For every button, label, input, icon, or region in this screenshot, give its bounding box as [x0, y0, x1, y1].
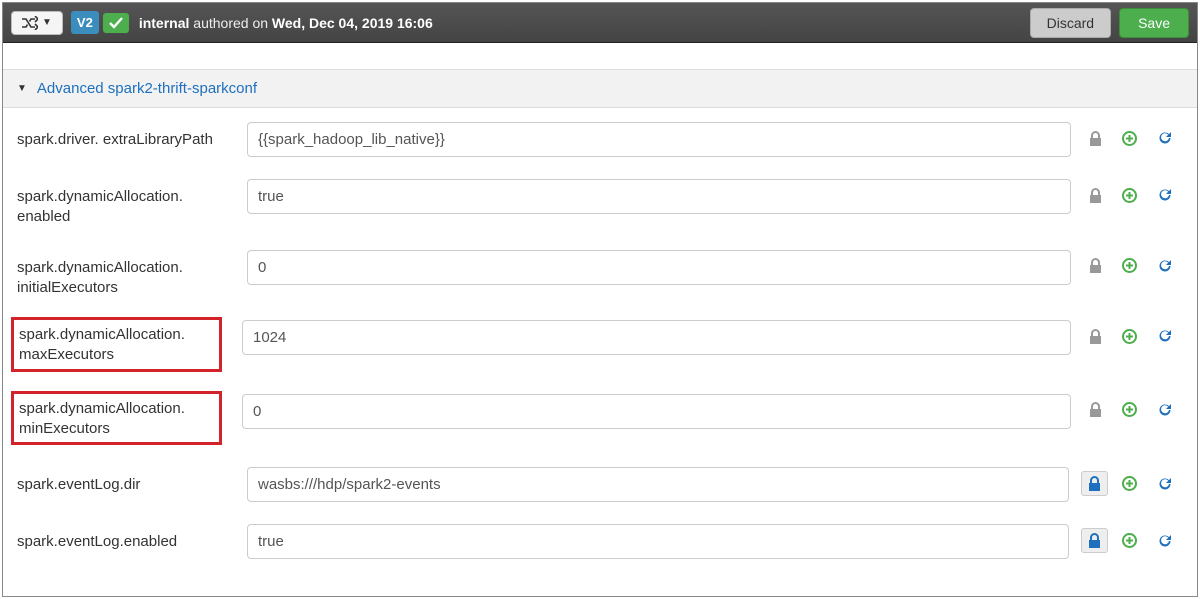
- author-date: Wed, Dec 04, 2019 16:06: [272, 15, 433, 31]
- property-actions: [1069, 524, 1187, 549]
- author-user: internal: [139, 15, 190, 31]
- property-label: spark.eventLog.enabled: [17, 524, 227, 552]
- property-input[interactable]: [247, 122, 1071, 157]
- property-label: spark.dynamicAllocation. minExecutors: [11, 391, 222, 446]
- version-badge[interactable]: V2: [71, 11, 99, 34]
- property-row: spark.dynamicAllocation. initialExecutor…: [17, 250, 1187, 299]
- property-input[interactable]: [247, 179, 1071, 214]
- property-input[interactable]: [247, 467, 1069, 502]
- add-icon[interactable]: [1122, 188, 1137, 203]
- checkmark-icon: [109, 17, 123, 29]
- property-actions: [1071, 122, 1187, 146]
- lock-icon[interactable]: [1089, 131, 1102, 146]
- compare-versions-button[interactable]: ▼: [11, 11, 63, 35]
- add-icon[interactable]: [1122, 258, 1137, 273]
- property-input[interactable]: [242, 394, 1071, 429]
- property-row: spark.dynamicAllocation. maxExecutors: [17, 320, 1187, 372]
- section-title[interactable]: Advanced spark2-thrift-sparkconf: [37, 80, 257, 97]
- property-row: spark.eventLog.enabled: [17, 524, 1187, 559]
- lock-icon[interactable]: [1089, 188, 1102, 203]
- caret-down-icon: ▼: [42, 17, 52, 28]
- refresh-icon[interactable]: [1157, 130, 1173, 146]
- refresh-icon[interactable]: [1157, 187, 1173, 203]
- topbar: ▼ V2 internal authored on Wed, Dec 04, 2…: [3, 3, 1197, 43]
- property-actions: [1071, 320, 1187, 344]
- refresh-icon[interactable]: [1157, 402, 1173, 418]
- property-row: spark.driver. extraLibraryPath: [17, 122, 1187, 157]
- property-actions: [1071, 179, 1187, 203]
- properties-list: spark.driver. extraLibraryPath spark.dyna…: [3, 108, 1197, 559]
- property-input[interactable]: [242, 320, 1071, 355]
- save-button[interactable]: Save: [1119, 8, 1189, 38]
- property-label: spark.driver. extraLibraryPath: [17, 122, 227, 150]
- lock-icon[interactable]: [1089, 329, 1102, 344]
- refresh-icon[interactable]: [1157, 476, 1173, 492]
- refresh-icon[interactable]: [1157, 328, 1173, 344]
- author-info: internal authored on Wed, Dec 04, 2019 1…: [139, 15, 433, 31]
- property-label: spark.dynamicAllocation. initialExecutor…: [17, 250, 227, 299]
- author-verb: authored on: [193, 15, 268, 31]
- property-row: spark.eventLog.dir: [17, 467, 1187, 502]
- discard-button[interactable]: Discard: [1030, 8, 1111, 38]
- collapse-caret-icon[interactable]: ▼: [17, 83, 27, 94]
- check-badge[interactable]: [103, 13, 129, 33]
- property-actions: [1071, 250, 1187, 274]
- shuffle-icon: [22, 16, 38, 30]
- add-icon[interactable]: [1122, 131, 1137, 146]
- property-label: spark.dynamicAllocation. maxExecutors: [11, 317, 222, 372]
- property-label: spark.dynamicAllocation. enabled: [17, 179, 227, 228]
- section-header[interactable]: ▼ Advanced spark2-thrift-sparkconf: [3, 69, 1197, 108]
- property-input[interactable]: [247, 524, 1069, 559]
- lock-icon[interactable]: [1089, 258, 1102, 273]
- lock-icon[interactable]: [1081, 471, 1108, 496]
- refresh-icon[interactable]: [1157, 258, 1173, 274]
- lock-icon[interactable]: [1089, 402, 1102, 417]
- property-row: spark.dynamicAllocation. minExecutors: [17, 394, 1187, 446]
- add-icon[interactable]: [1122, 329, 1137, 344]
- property-actions: [1071, 394, 1187, 418]
- property-label: spark.eventLog.dir: [17, 467, 227, 495]
- refresh-icon[interactable]: [1157, 533, 1173, 549]
- add-icon[interactable]: [1122, 533, 1137, 548]
- add-icon[interactable]: [1122, 476, 1137, 491]
- add-icon[interactable]: [1122, 402, 1137, 417]
- property-row: spark.dynamicAllocation. enabled: [17, 179, 1187, 228]
- property-input[interactable]: [247, 250, 1071, 285]
- property-actions: [1069, 467, 1187, 492]
- lock-icon[interactable]: [1081, 528, 1108, 553]
